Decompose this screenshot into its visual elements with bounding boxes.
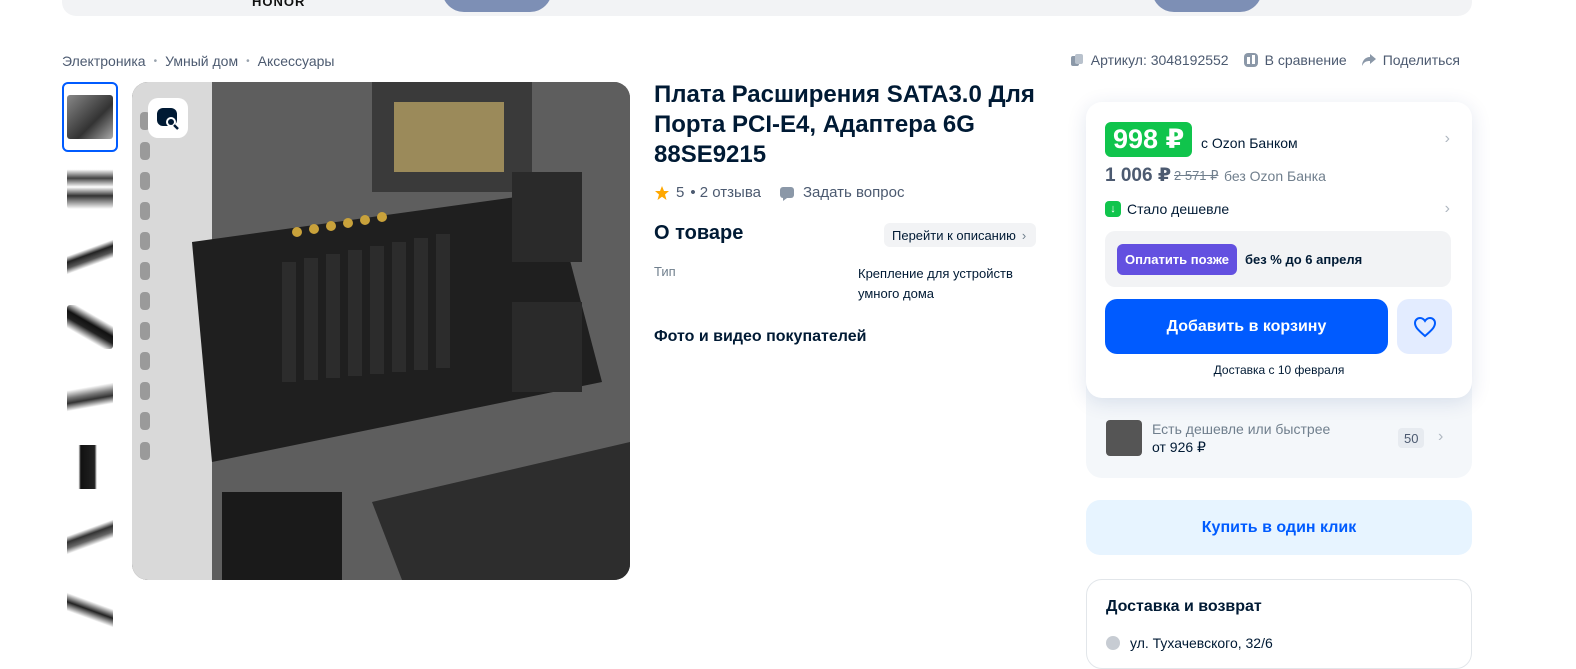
arrow-down-icon: ↓ <box>1105 201 1121 217</box>
go-to-description-button[interactable]: Перейти к описанию › <box>884 223 1037 247</box>
delivery-address[interactable]: ул. Тухачевского, 32/6 <box>1106 635 1273 651</box>
property-key: Тип <box>654 264 676 279</box>
offers-title: Есть дешевле или быстрее <box>1152 421 1331 437</box>
pay-later-block[interactable]: Оплатить позже без % до 6 апреля <box>1105 231 1451 287</box>
article-copy[interactable]: Артикул: 3048192552 <box>1069 52 1229 68</box>
image-search-button[interactable] <box>148 98 188 138</box>
banner-image-left <box>442 0 552 12</box>
compare-label: В сравнение <box>1264 52 1347 68</box>
breadcrumb-separator: • <box>246 55 250 67</box>
share-label: Поделиться <box>1382 52 1460 68</box>
go-to-description-label: Перейти к описанию <box>892 227 1016 243</box>
delivery-return-heading: Доставка и возврат <box>1106 598 1262 615</box>
price-old: 2 571 ₽ <box>1174 168 1219 183</box>
ask-question-button[interactable]: Задать вопрос <box>779 184 904 201</box>
breadcrumb-item-accessories[interactable]: Аксессуары <box>258 53 335 69</box>
delivery-date: Доставка с 10 февраля <box>1213 363 1345 377</box>
price-regular: 1 006 ₽ <box>1105 165 1172 186</box>
gallery-thumbnail[interactable] <box>62 152 118 222</box>
breadcrumb-item-electronics[interactable]: Электроника <box>62 53 146 69</box>
gallery-thumbnails <box>62 82 118 642</box>
thumbnail-image <box>67 305 113 349</box>
heart-icon <box>1413 316 1436 337</box>
image-search-icon <box>157 108 179 130</box>
gallery-thumbnail[interactable] <box>62 222 118 292</box>
breadcrumb-item-smart-home[interactable]: Умный дом <box>165 53 238 69</box>
buy-one-click-button[interactable]: Купить в один клик <box>1086 500 1472 555</box>
thumbnail-image <box>67 375 113 419</box>
offers-price: от 926 ₽ <box>1152 439 1206 455</box>
rating-row: 5 • 2 отзыва Задать вопрос <box>654 184 904 201</box>
product-photo <box>132 82 630 580</box>
gallery-thumbnail[interactable] <box>62 502 118 572</box>
ask-question-label: Задать вопрос <box>802 184 905 201</box>
buy-box: 998 ₽ с Ozon Банком › 1 006 ₽ 2 571 ₽ бе… <box>1086 102 1472 398</box>
chevron-right-icon: › <box>1438 428 1444 445</box>
promo-banner[interactable]: HONOR <box>62 0 1472 16</box>
pay-later-button[interactable]: Оплатить позже <box>1117 243 1237 275</box>
price-with-bank: 998 ₽ <box>1105 122 1193 157</box>
offers-count-badge: 50 <box>1398 428 1425 448</box>
copy-icon <box>1070 54 1083 66</box>
offer-thumbnail <box>1106 420 1142 456</box>
gallery-thumbnail[interactable] <box>62 572 118 642</box>
gallery-thumbnail[interactable] <box>62 432 118 502</box>
delivery-address-text: ул. Тухачевского, 32/6 <box>1130 635 1273 651</box>
chevron-right-icon[interactable]: › <box>1445 200 1450 218</box>
compare-button[interactable]: В сравнение <box>1243 52 1347 68</box>
location-pin-icon <box>1106 636 1120 650</box>
thumbnail-image <box>67 585 113 629</box>
thumbnail-image <box>67 515 113 559</box>
without-bank-label: без Ozon Банка <box>1224 168 1326 184</box>
main-product-image[interactable] <box>132 82 630 580</box>
reviews-link[interactable]: • 2 отзыва <box>690 184 761 201</box>
gallery-thumbnail[interactable] <box>62 292 118 362</box>
gallery-thumbnail[interactable] <box>62 82 118 152</box>
price-drop-link[interactable]: ↓ Стало дешевле <box>1105 201 1229 217</box>
star-icon <box>655 185 669 200</box>
banner-image-right <box>1152 0 1262 12</box>
product-title: Плата Расширения SATA3.0 Для Порта PCI-E… <box>654 81 1035 168</box>
thumbnail-image <box>67 165 113 209</box>
breadcrumb-separator: • <box>153 55 158 67</box>
article-number: Артикул: 3048192552 <box>1090 52 1229 68</box>
banner-brand: HONOR <box>252 0 306 9</box>
chevron-right-icon: › <box>1021 227 1027 243</box>
chevron-right-icon[interactable]: › <box>1445 130 1450 148</box>
question-icon <box>779 186 794 201</box>
share-button[interactable]: Поделиться <box>1361 52 1460 68</box>
favorite-button[interactable] <box>1397 299 1452 354</box>
breadcrumb: Электроника • Умный дом • Аксессуары <box>62 53 335 69</box>
thumbnail-image <box>67 445 113 489</box>
compare-icon <box>1243 53 1258 67</box>
delivery-return-block: Доставка и возврат ул. Тухачевского, 32/… <box>1086 579 1472 669</box>
thumbnail-image <box>67 235 113 279</box>
thumbnail-image <box>67 95 113 139</box>
about-heading: О товаре <box>654 222 744 244</box>
gallery-thumbnail[interactable] <box>62 362 118 432</box>
customer-photos-heading: Фото и видео покупателей <box>654 328 867 345</box>
price-drop-label: Стало дешевле <box>1127 201 1230 217</box>
with-bank-label[interactable]: с Ozon Банком <box>1201 135 1298 151</box>
product-actions: Артикул: 3048192552 В сравнение Поделить… <box>1069 52 1460 68</box>
property-value: Крепление для устройств умного дома <box>858 266 1013 301</box>
rating-value[interactable]: 5 <box>676 184 684 201</box>
add-to-cart-button[interactable]: Добавить в корзину <box>1105 299 1388 354</box>
share-icon <box>1361 54 1376 66</box>
pay-later-terms: без % до 6 апреля <box>1244 251 1363 267</box>
